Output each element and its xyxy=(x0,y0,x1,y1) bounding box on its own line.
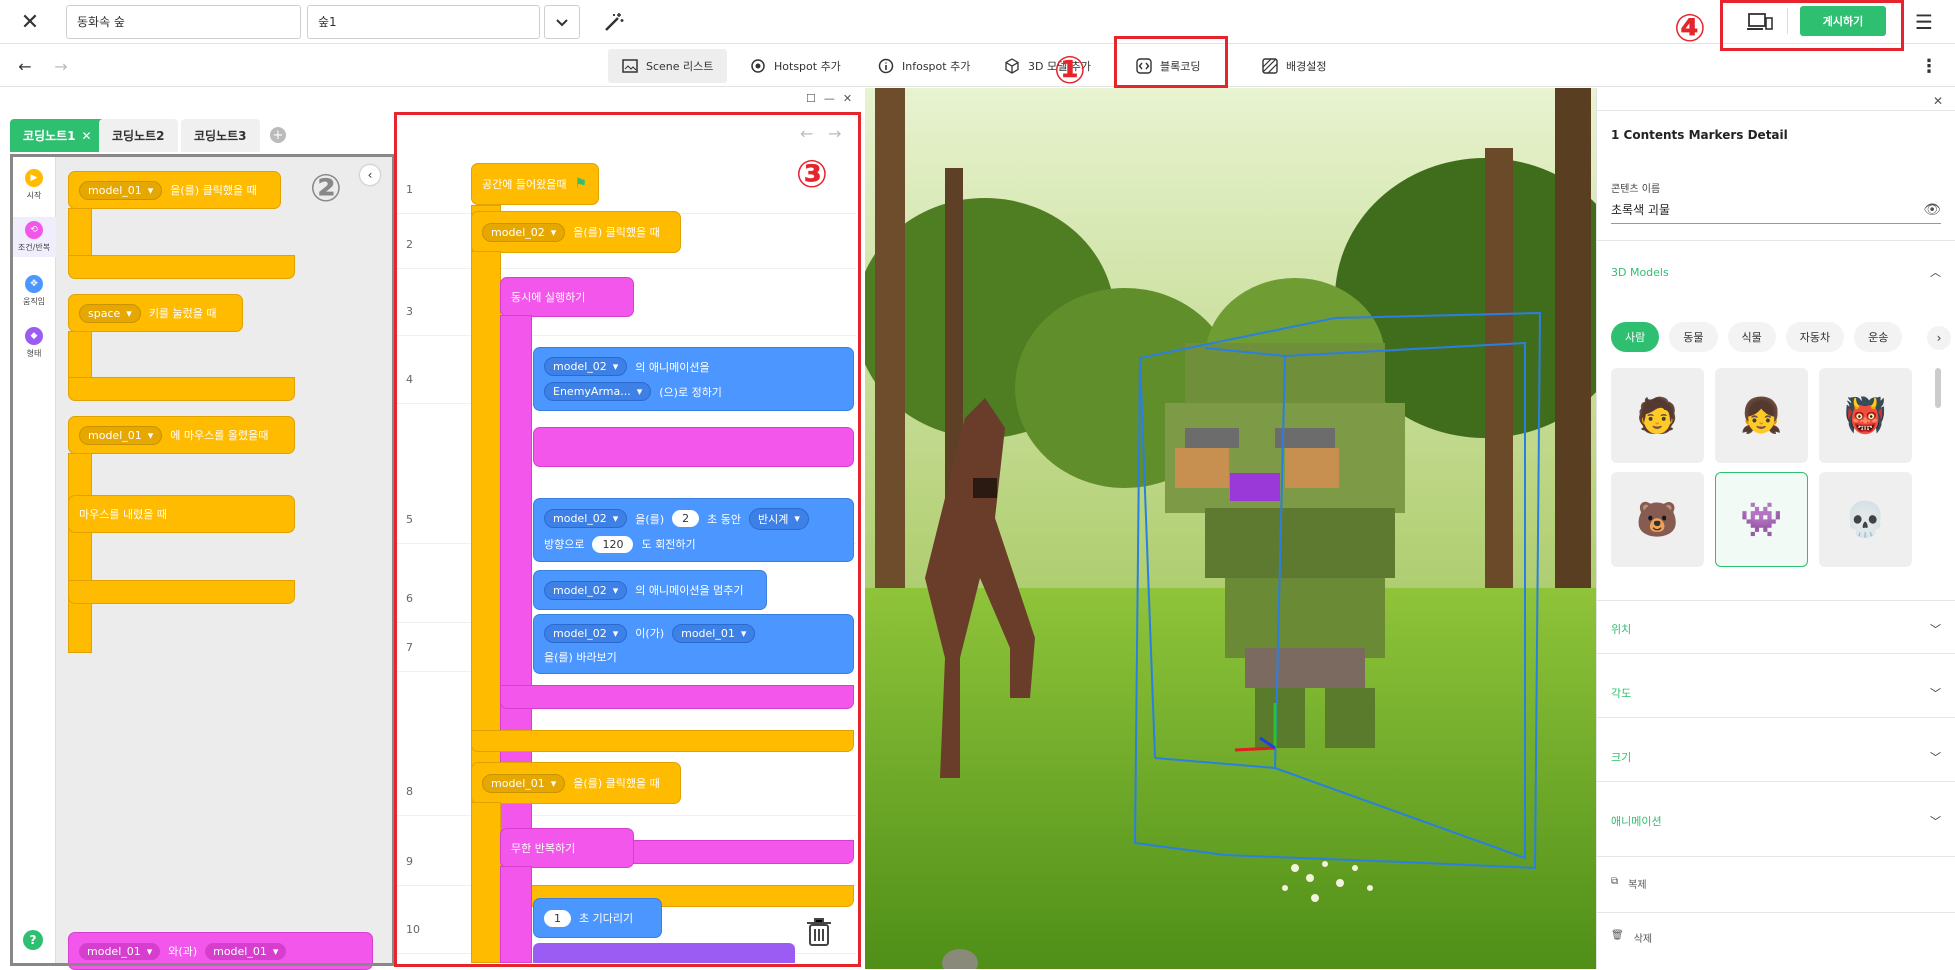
panel-window-controls: ☐ — ✕ xyxy=(806,92,852,105)
annotation-label-4: ④ xyxy=(1673,6,1707,50)
chevron-down-icon: ﹀ xyxy=(1930,751,1941,764)
model-thumb-boy[interactable]: 🧑 xyxy=(1611,368,1704,463)
tab-coding-note-3[interactable]: 코딩노트3 xyxy=(181,119,260,152)
panel-title: 1 Contents Markers Detail xyxy=(1611,128,1788,142)
chip-transport[interactable]: 운송 xyxy=(1854,322,1903,352)
tab-coding-note-2[interactable]: 코딩노트2 xyxy=(99,119,178,152)
chevron-down-icon: ﹀ xyxy=(1930,687,1941,700)
section-position[interactable]: 위치 ﹀ xyxy=(1611,621,1941,637)
cube-icon xyxy=(1005,58,1019,74)
contents-detail-panel: ✕ 1 Contents Markers Detail 콘텐츠 이름 초록색 괴… xyxy=(1596,88,1955,969)
delete-button[interactable]: 🗑 삭제 xyxy=(1611,930,1652,945)
tool-label: 배경설정 xyxy=(1286,60,1327,73)
annotation-box-palette xyxy=(10,154,395,966)
annotation-label-3: ③ xyxy=(795,152,829,196)
tool-label: Scene 리스트 xyxy=(646,60,714,73)
hamburger-menu-icon[interactable]: ☰ xyxy=(1910,8,1938,36)
hotspot-icon xyxy=(751,59,765,73)
tab-label: 코딩노트3 xyxy=(194,129,247,143)
chip-car[interactable]: 자동차 xyxy=(1785,322,1845,352)
back-arrow-icon[interactable]: ← xyxy=(14,55,36,77)
model-thumb-green-monster[interactable]: 👾 xyxy=(1715,472,1808,567)
tool-label: Hotspot 추가 xyxy=(774,60,841,73)
section-label: 크기 xyxy=(1611,751,1632,764)
section-3d-models[interactable]: 3D Models ︿ xyxy=(1611,264,1941,280)
model-thumb-red-monster[interactable]: 👹 xyxy=(1819,368,1912,463)
section-angle[interactable]: 각도 ﹀ xyxy=(1611,685,1941,701)
annotation-label-2: ② xyxy=(309,166,343,210)
close-icon[interactable]: ✕ xyxy=(16,8,44,36)
duplicate-button[interactable]: ⧉ 복제 xyxy=(1611,876,1647,891)
tool-scene-list[interactable]: Scene 리스트 xyxy=(608,49,728,83)
annotation-box-block-coding xyxy=(1114,36,1228,88)
minimize-icon[interactable]: — xyxy=(824,92,835,105)
forward-arrow-icon[interactable]: → xyxy=(50,55,72,77)
tool-hotspot[interactable]: Hotspot 추가 xyxy=(736,49,855,83)
content-name-field[interactable]: 초록색 괴물 👁 xyxy=(1611,196,1941,224)
scene-list-icon xyxy=(622,59,638,73)
section-label: 각도 xyxy=(1611,687,1632,700)
model-thumb-girl[interactable]: 👧 xyxy=(1715,368,1808,463)
maximize-icon[interactable]: ☐ xyxy=(806,92,816,105)
content-name-label: 콘텐츠 이름 xyxy=(1611,184,1661,195)
scene-select[interactable]: 숲1 xyxy=(307,5,540,39)
trash-icon: 🗑 xyxy=(1611,930,1624,941)
annotation-box-publish xyxy=(1720,0,1904,51)
toolbar: ← → Scene 리스트 Hotspot 추가 Infospot 추가 3D … xyxy=(0,45,1955,87)
tab-label: 코딩노트2 xyxy=(112,129,165,143)
chevron-right-icon[interactable]: › xyxy=(1927,326,1951,350)
tab-coding-note-1[interactable]: 코딩노트1 ✕ xyxy=(10,119,105,152)
chip-animal[interactable]: 동물 xyxy=(1669,322,1718,352)
3d-scene-viewport[interactable] xyxy=(865,88,1596,969)
magic-wand-icon[interactable] xyxy=(600,8,628,36)
add-tab-icon[interactable]: + xyxy=(270,127,286,143)
chevron-down-icon: ﹀ xyxy=(1930,815,1941,828)
chip-person[interactable]: 사람 xyxy=(1611,322,1660,352)
section-label: 애니메이션 xyxy=(1611,815,1662,828)
info-icon xyxy=(878,58,894,74)
tool-label: Infospot 추가 xyxy=(902,60,971,73)
model-thumb-brown-monster[interactable]: 🐻 xyxy=(1611,472,1704,567)
scrollbar[interactable] xyxy=(1935,368,1941,408)
section-label: 3D Models xyxy=(1611,265,1669,279)
more-options-icon[interactable]: ⋮ xyxy=(1918,55,1940,77)
section-size[interactable]: 크기 ﹀ xyxy=(1611,749,1941,765)
chip-plant[interactable]: 식물 xyxy=(1727,322,1776,352)
top-bar: ✕ 동화속 숲 숲1 게시하기 ☰ xyxy=(0,0,1955,44)
chevron-down-icon: ﹀ xyxy=(1930,623,1941,636)
eye-off-icon[interactable]: 👁 xyxy=(1923,202,1941,218)
annotation-label-1: ① xyxy=(1053,48,1087,92)
close-icon[interactable]: ✕ xyxy=(82,129,92,143)
scene-dropdown-button[interactable] xyxy=(544,5,580,39)
close-icon[interactable]: ✕ xyxy=(843,92,852,105)
tab-label: 코딩노트1 xyxy=(23,129,76,143)
annotation-box-workspace xyxy=(394,112,861,967)
content-name-value: 초록색 괴물 xyxy=(1611,203,1671,217)
chevron-down-icon xyxy=(556,19,568,27)
project-name-input[interactable]: 동화속 숲 xyxy=(66,5,301,39)
button-label: 복제 xyxy=(1628,880,1647,891)
section-animation[interactable]: 애니메이션 ﹀ xyxy=(1611,813,1941,829)
copy-icon: ⧉ xyxy=(1611,876,1619,887)
background-icon xyxy=(1262,58,1278,74)
forest-scene xyxy=(865,88,1596,969)
model-thumb-skeleton[interactable]: 💀 xyxy=(1819,472,1912,567)
category-chips: 사람 동물 식물 자동차 운송 xyxy=(1611,322,1903,352)
button-label: 삭제 xyxy=(1633,934,1653,945)
chevron-up-icon: ︿ xyxy=(1930,266,1941,279)
tool-infospot[interactable]: Infospot 추가 xyxy=(864,49,984,83)
close-icon[interactable]: ✕ xyxy=(1933,94,1943,108)
section-label: 위치 xyxy=(1611,623,1632,636)
tool-background[interactable]: 배경설정 xyxy=(1248,49,1340,83)
